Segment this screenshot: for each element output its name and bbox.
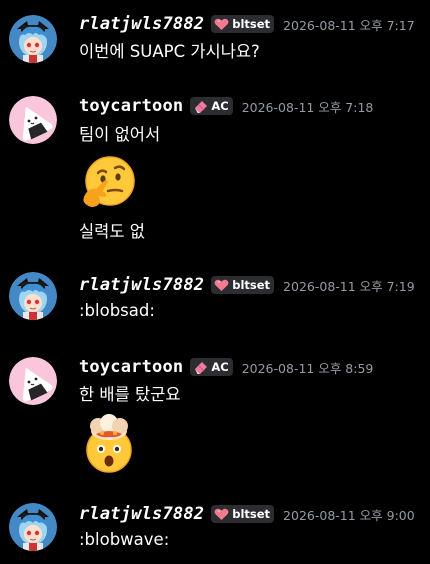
message-text: :blobwave:: [79, 530, 170, 549]
timestamp: 2026-08-11 오후 9:00: [283, 507, 415, 523]
avatar[interactable]: [9, 357, 57, 405]
message-header: rlatjwls7882 bltset 2026-08-11 오후 7:19: [79, 274, 415, 296]
eraser-icon: [194, 361, 208, 374]
message-header: rlatjwls7882 bltset 2026-08-11 오후 9:00: [79, 503, 415, 525]
message-header: toycartoon AC 2026-08-11 오후 8:59: [79, 356, 373, 378]
heart-icon: [214, 278, 230, 291]
username[interactable]: rlatjwls7882: [79, 504, 204, 524]
avatar[interactable]: [9, 503, 57, 551]
heart-icon: [214, 507, 230, 520]
tag-label: bltset: [232, 507, 271, 521]
timestamp: 2026-08-11 오후 7:18: [241, 99, 374, 115]
eraser-icon: [194, 100, 208, 113]
message-text: :blobsad:: [79, 301, 155, 320]
message-header: rlatjwls7882 bltset 2026-08-11 오후 7:17: [79, 13, 415, 35]
message-text: 한 배를 탔군요: [79, 385, 181, 404]
user-tag[interactable]: bltset: [211, 276, 275, 294]
message-header: toycartoon AC 2026-08-11 오후 7:18: [79, 95, 373, 117]
message-text: 팀이 없어서: [79, 125, 161, 144]
user-tag[interactable]: AC: [190, 358, 233, 376]
timestamp: 2026-08-11 오후 8:59: [241, 360, 374, 376]
tag-label: bltset: [232, 17, 271, 31]
tag-label: bltset: [232, 278, 271, 292]
user-tag[interactable]: bltset: [211, 505, 275, 523]
user-tag[interactable]: AC: [190, 97, 233, 115]
user-tag[interactable]: bltset: [211, 15, 275, 33]
thinking-face-emoji[interactable]: [78, 151, 140, 213]
avatar[interactable]: [9, 96, 57, 144]
avatar[interactable]: [9, 272, 57, 320]
tag-label: AC: [211, 99, 229, 113]
timestamp: 2026-08-11 오후 7:17: [283, 17, 415, 33]
avatar[interactable]: [9, 15, 57, 63]
username[interactable]: toycartoon: [79, 96, 183, 116]
username[interactable]: rlatjwls7882: [79, 14, 204, 34]
username[interactable]: toycartoon: [79, 357, 183, 377]
timestamp: 2026-08-11 오후 7:19: [283, 278, 415, 294]
tag-label: AC: [211, 360, 229, 374]
exploding-head-emoji[interactable]: [78, 414, 140, 476]
message-text: 실력도 없: [79, 222, 145, 241]
username[interactable]: rlatjwls7882: [79, 275, 204, 295]
message-text: 이번에 SUAPC 가시나요?: [79, 42, 260, 61]
heart-icon: [214, 17, 230, 30]
